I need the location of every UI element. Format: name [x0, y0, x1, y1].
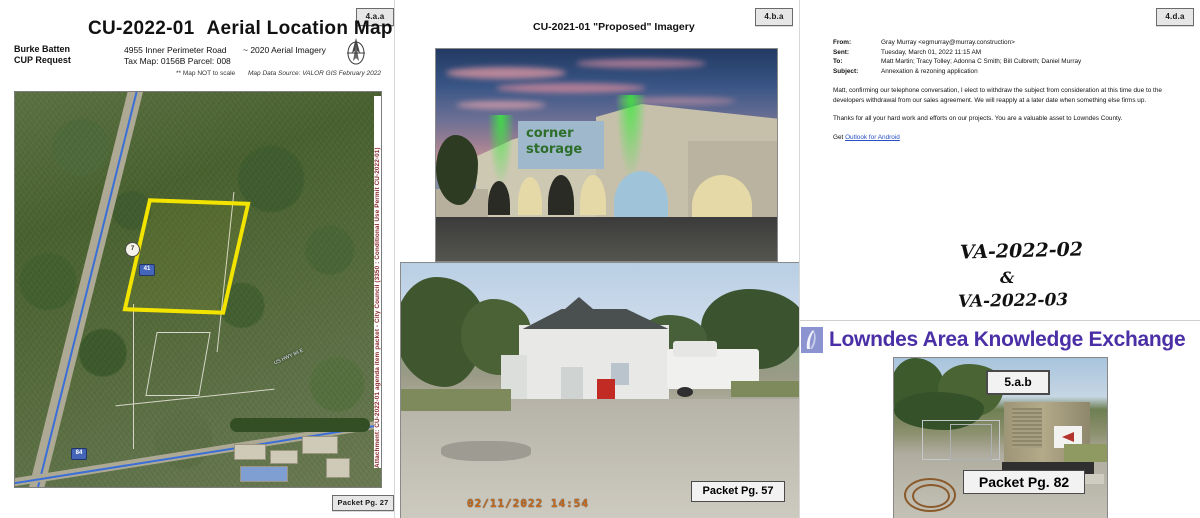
- storefront-sign-line2: storage: [526, 142, 583, 157]
- tag-4-d-a[interactable]: 4.d.a: [1156, 8, 1194, 26]
- site-photo-house: 02/11/2022 14:54: [400, 262, 800, 518]
- email-value-subject: Annexation & rezoning application: [881, 67, 978, 75]
- aerial-map-image: 7 41 84 US HWY 84 E: [14, 91, 382, 488]
- document-feather-icon: [801, 327, 823, 353]
- route-marker-41: 41: [139, 264, 155, 276]
- lowndes-area-knowledge-exchange-banner[interactable]: Lowndes Area Knowledge Exchange: [800, 325, 1200, 355]
- outlook-for-android-link[interactable]: Outlook for Android: [845, 134, 900, 141]
- email-label-sent: Sent:: [833, 48, 849, 56]
- handwriting-va-2022-03: VA-2022-03: [957, 290, 1069, 312]
- development-area: [230, 392, 380, 482]
- attachment-note-col1: Attachment: CU-2022-01 agenda item packe…: [374, 96, 381, 468]
- panel-aerial-location-map: 4.a.a CU-2022-01 Aerial Location Map Burk…: [0, 0, 395, 518]
- storefront-rendering: corner storage: [435, 48, 778, 262]
- imagery-year: ~ 2020 Aerial Imagery: [243, 45, 326, 55]
- packet-page-57[interactable]: Packet Pg. 57: [691, 481, 785, 502]
- packet-page-27[interactable]: Packet Pg. 27: [332, 495, 394, 511]
- scale-note: ** Map NOT to scale: [176, 70, 236, 77]
- email-header-subject: Subject: Annexation & rezoning applicati…: [833, 67, 1173, 77]
- email-body-paragraph-1: Matt, confirming our telephone conversat…: [833, 87, 1162, 104]
- panel-withdrawal-email: 4.d.a From: Gray Murray <egmurray@murray…: [800, 0, 1200, 518]
- adjacent-parcel-outline: [145, 332, 211, 396]
- email-value-sent: Tuesday, March 01, 2022 11:15 AM: [881, 48, 982, 56]
- tag-5-a-b[interactable]: 5.a.b: [986, 370, 1050, 395]
- email-label-to: To:: [833, 58, 843, 66]
- tag-4-b-a[interactable]: 4.b.a: [755, 8, 793, 26]
- request-type: CUP Request: [14, 55, 71, 65]
- email-headers: From: Gray Murray <egmurray@murray.const…: [833, 38, 1173, 76]
- email-body-paragraph-2: Thanks for all your hard work and effort…: [833, 115, 1123, 123]
- email-header-from: From: Gray Murray <egmurray@murray.const…: [833, 38, 1173, 48]
- email-get-prefix: Get: [833, 133, 846, 141]
- page-title-case: CU-2022-01: [88, 18, 195, 39]
- email-value-from: Gray Murray <egmurray@murray.constructio…: [881, 39, 1015, 46]
- packet-page-82[interactable]: Packet Pg. 82: [963, 470, 1085, 494]
- photo-timestamp: 02/11/2022 14:54: [467, 497, 589, 510]
- email-header-sent: Sent: Tuesday, March 01, 2022 11:15 AM: [833, 48, 1173, 58]
- banner-top-rule: [800, 320, 1200, 321]
- email-label-subject: Subject:: [833, 67, 859, 75]
- tax-map-parcel: Tax Map: 0156B Parcel: 008: [124, 56, 231, 66]
- map-data-source: Map Data Source: VALOR GIS February 2022: [248, 70, 381, 77]
- route-marker-7: 7: [125, 242, 140, 257]
- storefront-sign-line1: corner: [526, 126, 574, 141]
- proposed-imagery-title: CU-2021-01 "Proposed" Imagery: [533, 21, 695, 33]
- email-label-from: From:: [833, 39, 852, 46]
- north-arrow-icon: [347, 38, 365, 65]
- handwriting-ampersand: &: [1000, 268, 1015, 287]
- handwriting-va-2022-02: VA-2022-02: [959, 238, 1084, 264]
- email-body-paragraph-3: Get Outlook for Android: [833, 133, 1178, 143]
- lot-line-west: [133, 304, 134, 449]
- email-body: Matt, confirming our telephone conversat…: [833, 86, 1178, 151]
- site-address: 4955 Inner Perimeter Road: [124, 45, 227, 55]
- banner-title: Lowndes Area Knowledge Exchange: [829, 328, 1186, 351]
- applicant-name: Burke Batten: [14, 44, 71, 54]
- email-header-to: To: Matt Martin; Tracy Tolley; Adonna C …: [833, 57, 1173, 67]
- route-marker-84: 84: [71, 448, 87, 460]
- email-value-to: Matt Martin; Tracy Tolley; Adonna C Smit…: [881, 58, 1082, 66]
- panel-proposed-imagery: 4.b.a CU-2021-01 "Proposed" Imagery corn…: [395, 0, 800, 518]
